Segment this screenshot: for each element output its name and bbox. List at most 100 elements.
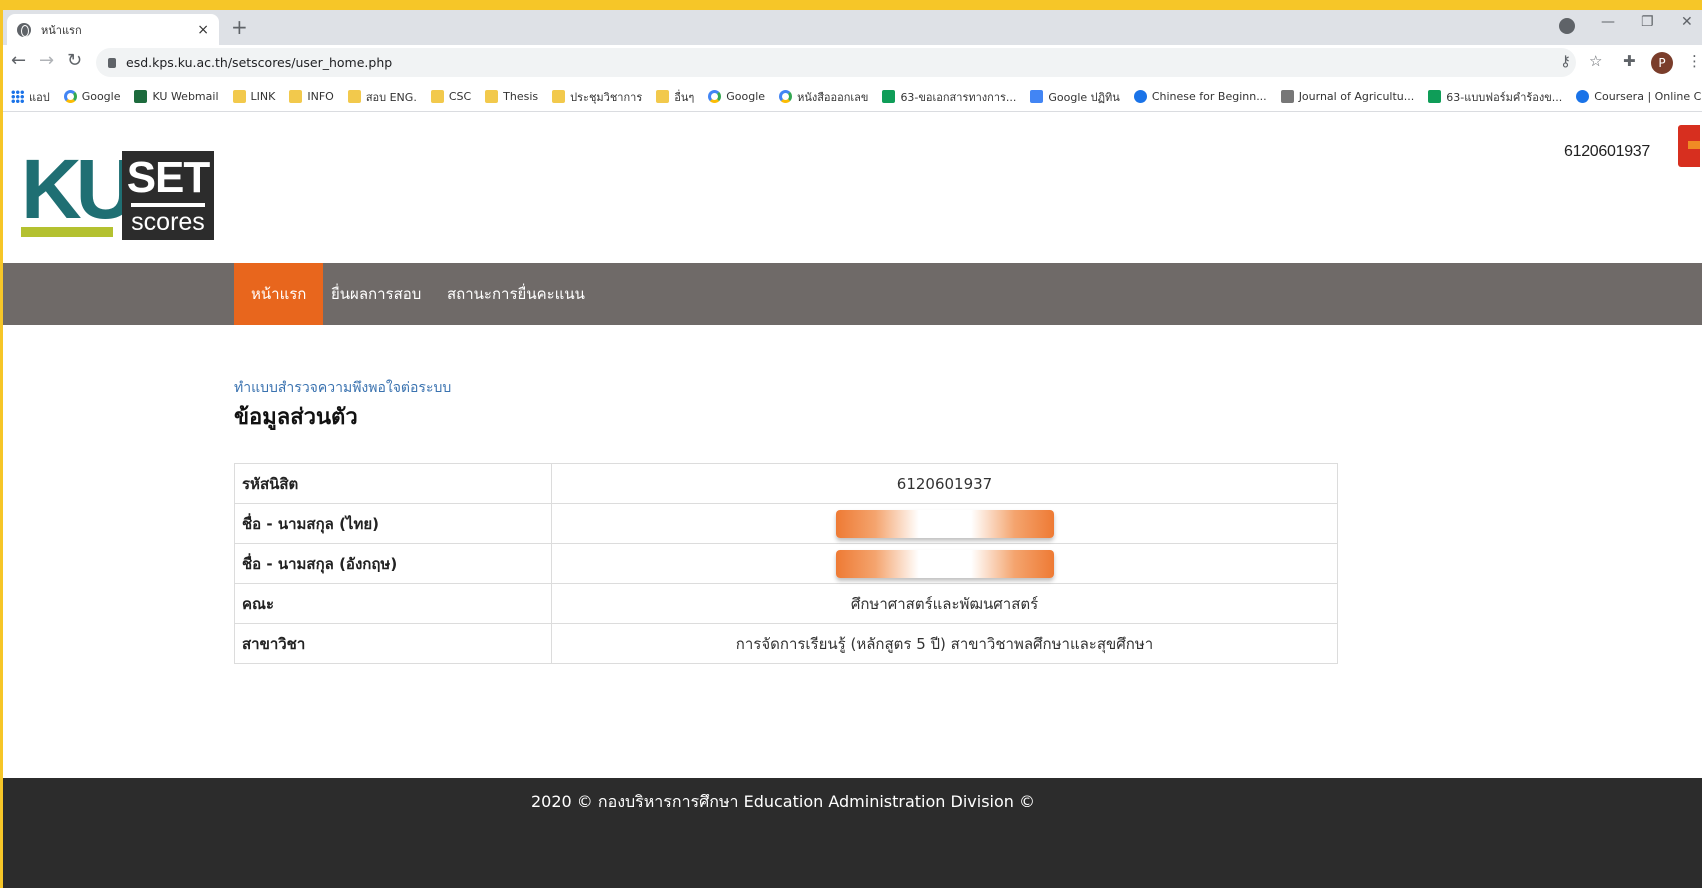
bookmark-label: สอบ ENG. xyxy=(365,90,417,104)
browser-tab-active[interactable]: หน้าแรก × xyxy=(7,14,219,45)
logo-set-box: SET scores xyxy=(122,151,214,240)
header-user-id: 6120601937 xyxy=(1564,143,1650,160)
maximize-button[interactable]: ❐ xyxy=(1641,14,1654,30)
table-row: ชื่อ - นามสกุล (อังกฤษ) xyxy=(234,543,1338,584)
folder-icon xyxy=(430,90,444,103)
bookmark-label: Chinese for Beginn... xyxy=(1151,90,1267,103)
folder-icon xyxy=(552,90,566,103)
bookmark-label: LINK xyxy=(250,90,276,103)
bookmark-item[interactable]: 63-ขอเอกสารทางการ... xyxy=(882,88,1016,106)
bookmark-label: แอป xyxy=(29,90,50,104)
close-window-button[interactable]: ✕ xyxy=(1681,14,1693,30)
sheet-icon xyxy=(1428,90,1442,103)
ku-icon xyxy=(134,90,148,103)
ikp-icon xyxy=(1280,90,1294,103)
browser-window: หน้าแรก × + — ❐ ✕ ← → ↻ esd.kps.ku.ac.th… xyxy=(3,10,1702,888)
bookmark-item[interactable]: Chinese for Beginn... xyxy=(1133,90,1267,103)
bookmark-label: Thesis xyxy=(503,90,539,103)
sheet-icon xyxy=(882,90,896,103)
row-label: รหัสนิสิต xyxy=(234,463,552,504)
tab-close-button[interactable]: × xyxy=(197,22,209,38)
bookmark-label: Google ปฏิทิน xyxy=(1048,90,1120,104)
bookmark-item[interactable]: INFO xyxy=(289,90,334,103)
personal-info-table: รหัสนิสิต 6120601937 ชื่อ - นามสกุล (ไทย) ช… xyxy=(234,463,1338,664)
bookmark-label: Journal of Agricultu... xyxy=(1298,90,1415,103)
row-label: ชื่อ - นามสกุล (อังกฤษ) xyxy=(234,543,552,584)
browser-toolbar: ← → ↻ esd.kps.ku.ac.th/setscores/user_ho… xyxy=(3,45,1702,82)
apps-icon xyxy=(11,90,24,103)
bookmark-item[interactable]: CSC xyxy=(430,90,472,103)
row-value: 6120601937 xyxy=(551,463,1338,504)
logout-door-icon[interactable] xyxy=(1678,125,1700,167)
folder-icon xyxy=(656,90,670,103)
table-row: สาขาวิชา การจัดการเรียนรู้ (หลักสูตร 5 ปี… xyxy=(234,623,1338,664)
bookmark-item[interactable]: Google ปฏิทิน xyxy=(1030,88,1120,106)
doc-icon xyxy=(1030,90,1044,103)
row-label: สาขาวิชา xyxy=(234,623,552,664)
bookmark-item[interactable]: แอป xyxy=(11,88,50,106)
bookmark-label: KU Webmail xyxy=(152,90,219,103)
bookmark-label: CSC xyxy=(448,90,472,103)
bookmark-item[interactable]: ประชุมวิชาการ xyxy=(552,88,642,106)
forward-arrow-icon[interactable]: → xyxy=(39,50,54,71)
avatar[interactable]: P xyxy=(1651,52,1673,74)
key-icon[interactable]: ⚷ xyxy=(1560,52,1571,70)
logo-ku-text: KU xyxy=(21,142,136,236)
bookmark-label: หนังสือออกเลข xyxy=(797,90,869,104)
bookmark-item[interactable]: 63-แบบฟอร์มคำร้องข... xyxy=(1428,88,1562,106)
ku-set-scores-logo[interactable]: KU SET scores xyxy=(21,142,216,243)
folder-icon xyxy=(485,90,499,103)
bookmarks-bar: แอป Google KU Webmail LINK INFO สอบ ENG. CSC Th… xyxy=(3,82,1702,112)
star-icon[interactable]: ☆ xyxy=(1589,52,1602,70)
address-bar-url[interactable]: esd.kps.ku.ac.th/setscores/user_home.php xyxy=(126,55,392,70)
address-bar[interactable]: esd.kps.ku.ac.th/setscores/user_home.php xyxy=(96,48,1576,77)
c-icon xyxy=(1576,90,1590,103)
bookmark-item[interactable]: อื่นๆ xyxy=(656,88,694,106)
redaction-bar xyxy=(835,549,1054,578)
redaction-bar xyxy=(835,509,1054,538)
g-icon xyxy=(63,90,77,103)
nav-item-submit-scores[interactable]: ยื่นผลการสอบ xyxy=(314,263,438,325)
bookmark-item[interactable]: KU Webmail xyxy=(134,90,219,103)
puzzle-icon[interactable]: ✚ xyxy=(1623,52,1636,70)
footer-copyright: 2020 © กองบริหารการศึกษา Education Admin… xyxy=(531,792,1035,811)
nav-item-submission-status[interactable]: สถานะการยื่นคะแนน xyxy=(430,263,602,325)
redacted-value xyxy=(551,503,1338,544)
bookmark-label: 63-แบบฟอร์มคำร้องข... xyxy=(1446,90,1563,104)
bookmark-label: Coursera | Online C... xyxy=(1594,90,1702,103)
minimize-button[interactable]: — xyxy=(1601,14,1615,30)
bookmark-item[interactable]: Journal of Agricultu... xyxy=(1280,90,1415,103)
reload-icon[interactable]: ↻ xyxy=(67,50,82,71)
bookmark-item[interactable]: Google xyxy=(63,90,121,103)
logo-scores-text: scores xyxy=(131,208,205,236)
kebab-menu-icon[interactable]: ⋮ xyxy=(1687,52,1702,70)
logo-set-text: SET xyxy=(126,153,211,202)
tab-strip: หน้าแรก × + — ❐ ✕ xyxy=(3,10,1702,45)
lock-icon[interactable] xyxy=(108,57,116,68)
folder-icon xyxy=(289,90,303,103)
new-tab-button[interactable]: + xyxy=(231,15,248,39)
bookmark-item[interactable]: LINK xyxy=(232,90,276,103)
row-label: คณะ xyxy=(234,583,552,624)
bookmark-label: Google xyxy=(81,90,121,103)
folder-icon xyxy=(232,90,246,103)
g-icon xyxy=(779,90,793,103)
bookmark-item[interactable]: Coursera | Online C... xyxy=(1576,90,1702,103)
c-icon xyxy=(1133,90,1147,103)
main-nav-bar: หน้าแรก ยื่นผลการสอบ สถานะการยื่นคะแนน xyxy=(3,263,1702,325)
nav-item-home[interactable]: หน้าแรก xyxy=(234,263,324,325)
survey-link[interactable]: ทำแบบสำรวจความพึงพอใจต่อระบบ xyxy=(234,377,451,399)
bookmark-item[interactable]: Google xyxy=(708,90,765,103)
logo-underline xyxy=(21,227,113,237)
row-value: ศึกษาศาสตร์และพัฒนศาสตร์ xyxy=(551,583,1338,624)
g-icon xyxy=(708,90,722,103)
bookmark-item[interactable]: Thesis xyxy=(485,90,538,103)
bookmark-label: 63-ขอเอกสารทางการ... xyxy=(900,90,1017,104)
globe-icon xyxy=(17,22,31,37)
profile-sync-icon[interactable] xyxy=(1559,18,1575,34)
table-row: รหัสนิสิต 6120601937 xyxy=(234,463,1338,504)
bookmark-label: INFO xyxy=(307,90,334,103)
back-arrow-icon[interactable]: ← xyxy=(11,50,26,71)
bookmark-item[interactable]: สอบ ENG. xyxy=(347,88,417,106)
bookmark-item[interactable]: หนังสือออกเลข xyxy=(779,88,868,106)
